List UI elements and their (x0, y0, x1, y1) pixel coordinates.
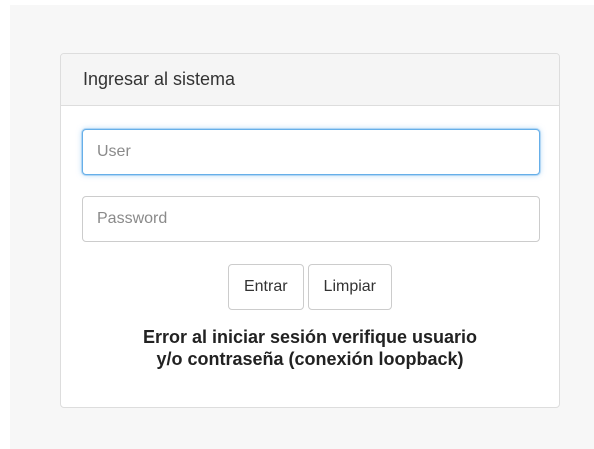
submit-button[interactable]: Entrar (227, 264, 304, 310)
password-input[interactable] (82, 196, 540, 242)
clear-button[interactable]: Limpiar (307, 264, 393, 310)
user-input[interactable] (82, 129, 540, 175)
error-message-line-1: Error al iniciar sesión verifique usuari… (142, 327, 478, 347)
error-message: Error al iniciar sesión verifique usuari… (61, 326, 559, 370)
error-message-line-2: y/o contraseña (conexión loopback) (156, 349, 464, 369)
panel-heading: Ingresar al sistema (61, 54, 559, 106)
panel-title: Ingresar al sistema (83, 69, 236, 89)
button-group: Entrar Limpiar (61, 264, 559, 310)
login-panel: Ingresar al sistema Entrar Limpiar Error… (60, 53, 560, 408)
